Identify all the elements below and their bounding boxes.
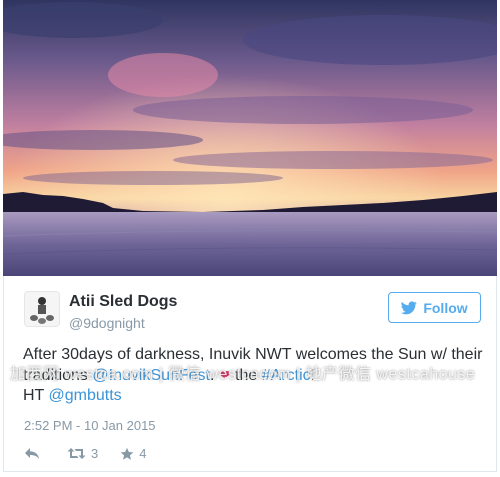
retweet-icon	[67, 448, 86, 459]
mention-gmbutts[interactable]: @gmbutts	[48, 387, 121, 404]
tweet-timestamp[interactable]: 2:52 PM - 10 Jan 2015	[24, 418, 156, 433]
tweet-actions: 3 4	[24, 446, 168, 461]
retweet-count: 3	[91, 446, 99, 461]
tweet-text: After 30days of darkness, Inuvik NWT wel…	[23, 345, 483, 406]
avatar[interactable]	[24, 291, 60, 327]
sunset-photo[interactable]	[3, 0, 497, 276]
embedded-tweet: Atii Sled Dogs @9dognight Follow After 3…	[0, 0, 500, 477]
sled-dogs-avatar-icon	[25, 292, 59, 326]
reply-button[interactable]	[24, 447, 45, 460]
star-icon	[120, 447, 134, 460]
favorite-count: 4	[139, 446, 147, 461]
tweet-text-part-4: !	[310, 367, 316, 384]
reply-icon	[25, 448, 39, 459]
retweet-button[interactable]: 3	[67, 446, 98, 461]
mention-inuviksunfest[interactable]: @InuvikSunFest	[92, 367, 210, 384]
tweet-text-part-2: .	[210, 367, 219, 384]
follow-label: Follow	[423, 299, 468, 316]
ht-label: HT	[23, 387, 49, 404]
follow-button[interactable]: Follow	[388, 292, 481, 323]
hashtag-arctic[interactable]: #Arctic	[262, 367, 311, 384]
tweet-body: Atii Sled Dogs @9dognight Follow After 3…	[3, 276, 497, 472]
twitter-bird-icon	[401, 301, 418, 314]
tweet-text-part-3: the	[230, 367, 262, 384]
heart-icon: ❤	[218, 367, 231, 383]
favorite-button[interactable]: 4	[120, 446, 146, 461]
display-name[interactable]: Atii Sled Dogs	[69, 293, 177, 311]
user-handle[interactable]: @9dognight	[69, 315, 145, 331]
